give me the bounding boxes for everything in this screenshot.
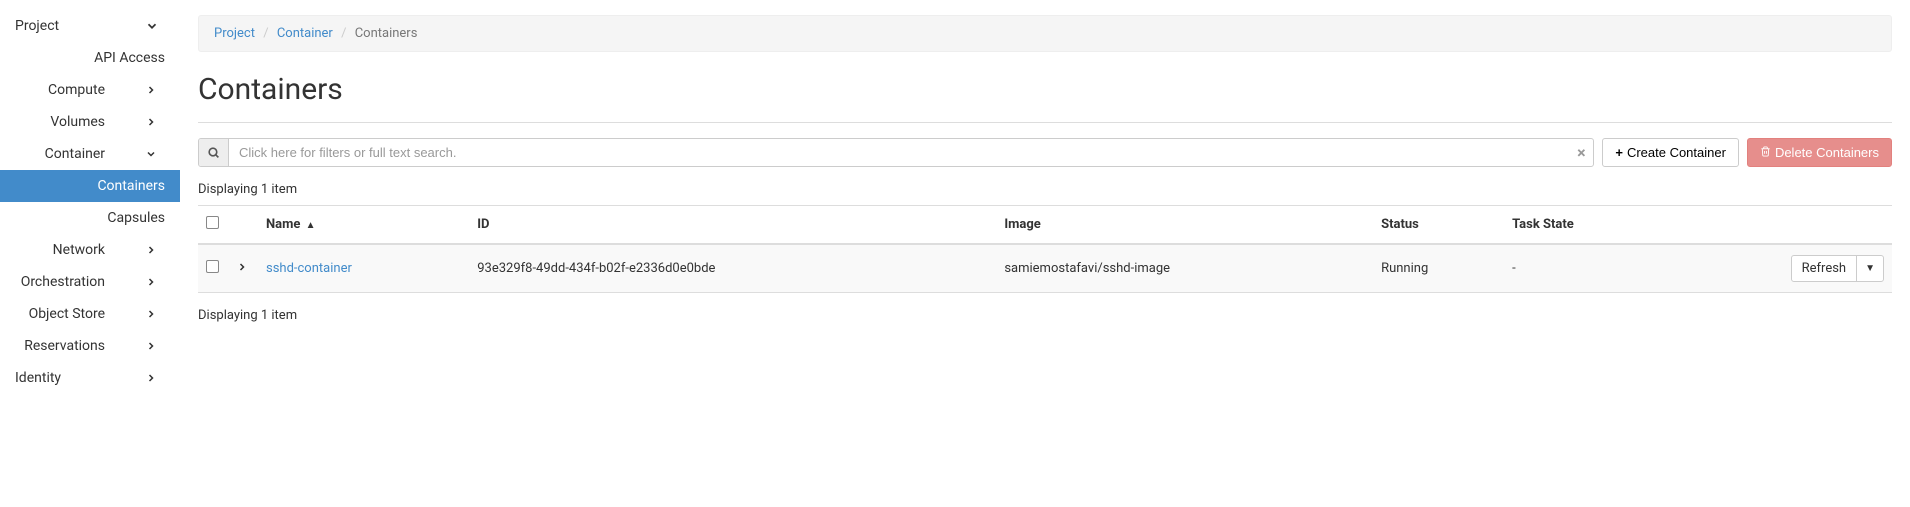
table-row: sshd-container 93e329f8-49dd-434f-b02f-e…: [198, 244, 1892, 293]
display-count-bottom: Displaying 1 item: [198, 308, 1892, 323]
expand-row-icon[interactable]: [236, 262, 248, 277]
breadcrumb: Project / Container / Containers: [198, 15, 1892, 52]
col-header-actions: [1665, 206, 1892, 245]
cell-status: Running: [1373, 244, 1504, 293]
chevron-down-icon: [145, 19, 165, 33]
row-action-dropdown[interactable]: ▼: [1857, 256, 1883, 281]
nav-project[interactable]: Project: [0, 10, 180, 42]
nav-volumes[interactable]: Volumes: [0, 106, 180, 138]
row-action-button: Refresh ▼: [1791, 255, 1884, 282]
nav-compute[interactable]: Compute: [0, 74, 180, 106]
nav-orchestration-label: Orchestration: [15, 274, 145, 290]
nav-reservations-label: Reservations: [15, 338, 145, 354]
toolbar: × Create Container Delete Containers: [198, 122, 1892, 167]
main-content: Project / Container / Containers Contain…: [180, 0, 1910, 394]
cell-id: 93e329f8-49dd-434f-b02f-e2336d0e0bde: [469, 244, 996, 293]
sort-asc-icon: ▲: [306, 220, 316, 231]
nav-object-store[interactable]: Object Store: [0, 298, 180, 330]
nav-project-label: Project: [15, 18, 145, 34]
col-header-task-state[interactable]: Task State: [1504, 206, 1665, 245]
breadcrumb-current: Containers: [355, 26, 418, 41]
nav-orchestration[interactable]: Orchestration: [0, 266, 180, 298]
col-header-name[interactable]: Name ▲: [258, 206, 469, 245]
col-header-checkbox: [198, 206, 228, 245]
containers-table: Name ▲ ID Image Status Task State: [198, 205, 1892, 293]
nav-network-label: Network: [15, 242, 145, 258]
cell-task-state: -: [1504, 244, 1665, 293]
breadcrumb-sep: /: [263, 26, 268, 41]
chevron-right-icon: [145, 84, 165, 96]
chevron-down-icon: [145, 148, 165, 160]
create-container-label: Create Container: [1627, 145, 1726, 160]
col-header-status[interactable]: Status: [1373, 206, 1504, 245]
delete-containers-label: Delete Containers: [1775, 145, 1879, 160]
container-name-link[interactable]: sshd-container: [266, 261, 352, 276]
page-title: Containers: [198, 72, 1892, 107]
search-group: ×: [198, 138, 1594, 167]
nav-object-store-label: Object Store: [15, 306, 145, 322]
select-all-checkbox[interactable]: [206, 216, 219, 229]
create-container-button[interactable]: Create Container: [1602, 138, 1739, 167]
nav-container-label: Container: [15, 146, 145, 162]
sidebar: Project API Access Compute Volumes Conta…: [0, 0, 180, 394]
nav-sub-containers-label: Containers: [97, 178, 165, 194]
nav-network[interactable]: Network: [0, 234, 180, 266]
col-name-label: Name: [266, 217, 300, 232]
nav-sub-capsules[interactable]: Capsules: [0, 202, 180, 234]
chevron-right-icon: [145, 244, 165, 256]
plus-icon: [1615, 145, 1623, 160]
display-count-top: Displaying 1 item: [198, 182, 1892, 197]
chevron-right-icon: [145, 372, 165, 384]
nav-volumes-label: Volumes: [15, 114, 145, 130]
search-input[interactable]: [229, 139, 1569, 166]
trash-icon: [1760, 145, 1771, 160]
clear-search-button[interactable]: ×: [1569, 139, 1593, 166]
breadcrumb-project[interactable]: Project: [214, 26, 255, 41]
nav-reservations[interactable]: Reservations: [0, 330, 180, 362]
col-header-image[interactable]: Image: [996, 206, 1373, 245]
col-header-id[interactable]: ID: [469, 206, 996, 245]
nav-compute-label: Compute: [15, 82, 145, 98]
search-icon: [199, 139, 229, 166]
refresh-button[interactable]: Refresh: [1792, 256, 1857, 281]
chevron-right-icon: [145, 276, 165, 288]
delete-containers-button[interactable]: Delete Containers: [1747, 138, 1892, 167]
chevron-right-icon: [145, 308, 165, 320]
cell-image: samiemostafavi/sshd-image: [996, 244, 1373, 293]
chevron-right-icon: [145, 340, 165, 352]
breadcrumb-container[interactable]: Container: [277, 26, 333, 41]
nav-sub-containers[interactable]: Containers: [0, 170, 180, 202]
nav-identity-label: Identity: [15, 370, 145, 386]
row-checkbox[interactable]: [206, 260, 219, 273]
nav-sub-capsules-label: Capsules: [107, 210, 165, 226]
chevron-right-icon: [145, 116, 165, 128]
nav-container[interactable]: Container: [0, 138, 180, 170]
col-header-expand: [228, 206, 258, 245]
nav-api-access[interactable]: API Access: [0, 42, 180, 74]
nav-api-access-label: API Access: [94, 50, 165, 66]
breadcrumb-sep: /: [341, 26, 346, 41]
nav-identity[interactable]: Identity: [0, 362, 180, 394]
